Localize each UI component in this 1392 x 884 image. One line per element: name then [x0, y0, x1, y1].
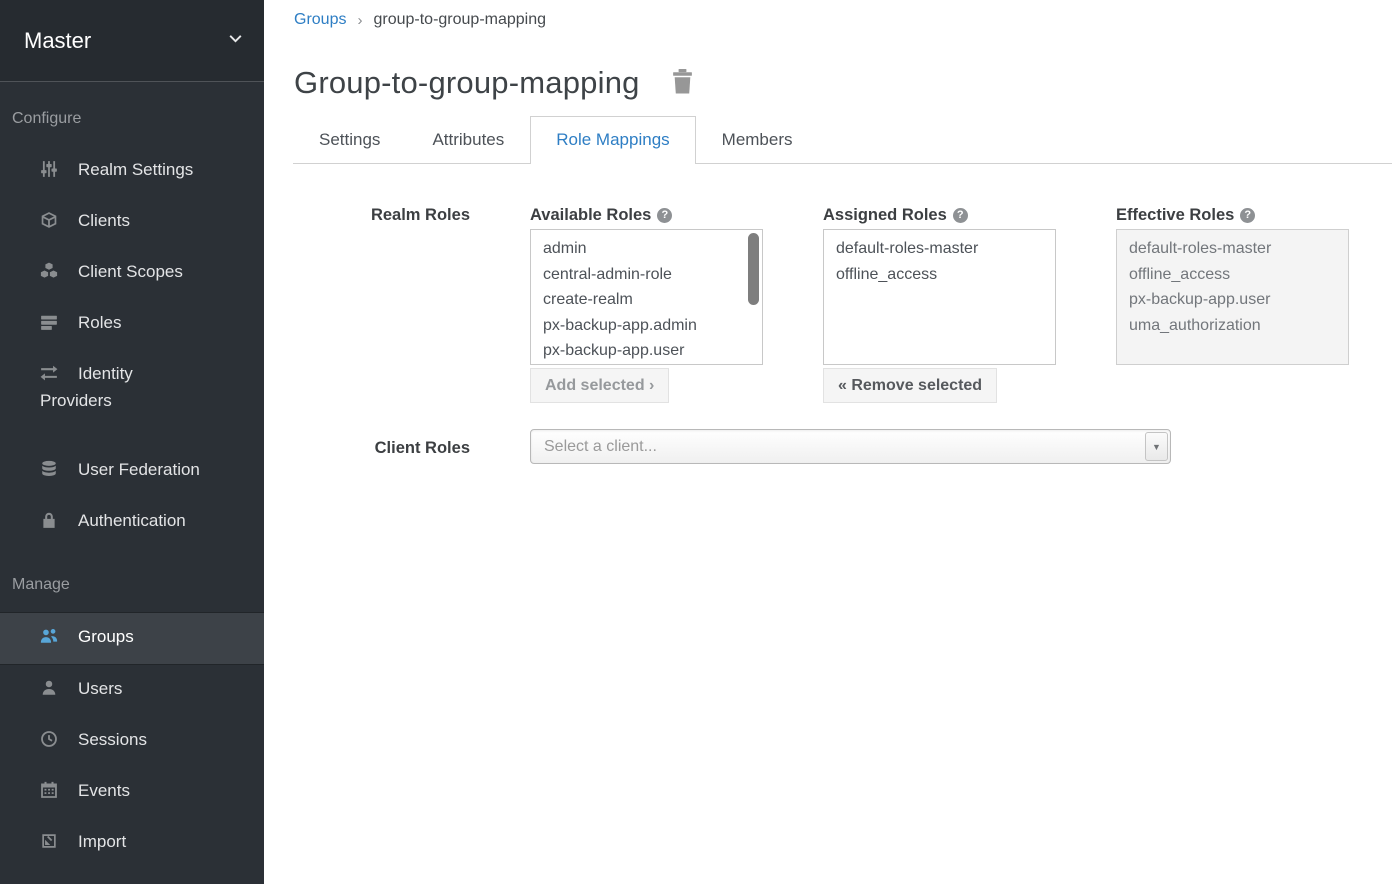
sidebar-item-roles[interactable]: Roles — [0, 299, 264, 350]
sidebar-item-client-scopes[interactable]: Client Scopes — [0, 248, 264, 299]
client-select-toggle[interactable]: ▼ — [1145, 432, 1168, 461]
breadcrumb-separator-icon: › — [357, 12, 362, 29]
database-icon — [40, 460, 60, 485]
sidebar-item-clients[interactable]: Clients — [0, 197, 264, 248]
sidebar-item-label: Events — [78, 781, 130, 800]
chevron-down-icon — [227, 30, 244, 52]
list-item: uma_authorization — [1117, 313, 1348, 339]
page-title: Group-to-group-mapping — [294, 65, 640, 101]
sidebar-item-label: Client Scopes — [78, 262, 183, 281]
sidebar-item-events[interactable]: Events — [0, 767, 264, 818]
list-item[interactable]: offline_access — [824, 262, 1055, 288]
exchange-arrows-icon — [40, 364, 60, 389]
client-select[interactable]: Select a client... ▼ — [530, 429, 1171, 464]
import-icon — [40, 832, 60, 857]
assigned-roles-header: Assigned Roles? — [823, 206, 1056, 225]
available-roles-column: Available Roles? admin central-admin-rol… — [530, 206, 763, 403]
sliders-icon — [40, 160, 60, 185]
tab-settings[interactable]: Settings — [293, 116, 406, 164]
scrollbar-thumb[interactable] — [748, 233, 759, 305]
sidebar-section-manage: Manage — [0, 548, 264, 594]
user-icon — [40, 679, 60, 704]
client-roles-fields: Select a client... ▼ — [530, 429, 1171, 464]
clock-icon — [40, 730, 60, 755]
sidebar-item-label: Sessions — [78, 730, 147, 749]
help-icon[interactable]: ? — [657, 208, 672, 223]
client-roles-row: Client Roles Select a client... ▼ — [264, 429, 1392, 464]
tab-attributes[interactable]: Attributes — [406, 116, 530, 164]
sidebar-item-label: Clients — [78, 211, 130, 230]
realm-name: Master — [24, 28, 91, 54]
breadcrumb-link-groups[interactable]: Groups — [294, 11, 346, 29]
sidebar: Master Configure Realm Settings Clients … — [0, 0, 264, 884]
tab-members[interactable]: Members — [696, 116, 819, 164]
realm-roles-label: Realm Roles — [264, 206, 470, 403]
sidebar-item-users[interactable]: Users — [0, 665, 264, 716]
assigned-roles-header-text: Assigned Roles — [823, 206, 947, 224]
trash-icon — [670, 83, 695, 98]
realm-selector[interactable]: Master — [0, 0, 264, 82]
configure-nav: Realm Settings Clients Client Scopes Rol… — [0, 146, 264, 548]
calendar-icon — [40, 781, 60, 806]
effective-roles-listbox: default-roles-master offline_access px-b… — [1116, 229, 1349, 365]
sidebar-item-label: Users — [78, 679, 122, 698]
sidebar-item-groups[interactable]: Groups — [0, 612, 264, 665]
realm-roles-fields: Available Roles? admin central-admin-rol… — [530, 206, 1349, 403]
assigned-roles-column: Assigned Roles? default-roles-master off… — [823, 206, 1056, 403]
sidebar-item-label: Import — [78, 832, 126, 851]
realm-roles-row: Realm Roles Available Roles? admin centr… — [264, 206, 1392, 403]
client-roles-label: Client Roles — [264, 429, 470, 464]
delete-group-button[interactable] — [670, 68, 695, 98]
list-item[interactable]: central-admin-role — [531, 262, 762, 288]
tab-bar: Settings Attributes Role Mappings Member… — [293, 116, 1392, 164]
help-icon[interactable]: ? — [953, 208, 968, 223]
sidebar-item-import[interactable]: Import — [0, 818, 264, 869]
sidebar-item-sessions[interactable]: Sessions — [0, 716, 264, 767]
list-item: px-backup-app.user — [1117, 287, 1348, 313]
sidebar-item-label: User Federation — [78, 460, 200, 479]
sidebar-item-user-federation[interactable]: User Federation — [0, 446, 264, 497]
list-item[interactable]: px-backup-app.admin — [531, 313, 762, 339]
list-item[interactable]: admin — [531, 236, 762, 262]
add-selected-button[interactable]: Add selected › — [530, 368, 669, 403]
breadcrumb-current: group-to-group-mapping — [373, 11, 546, 29]
app-window: Master Configure Realm Settings Clients … — [0, 0, 1392, 884]
lock-icon — [40, 511, 60, 536]
sidebar-item-export[interactable]: Export — [0, 869, 264, 884]
effective-roles-header: Effective Roles? — [1116, 206, 1349, 225]
role-mappings-panel: Realm Roles Available Roles? admin centr… — [264, 164, 1392, 464]
manage-nav: Groups Users Sessions Events Import Expo… — [0, 612, 264, 884]
users-group-icon — [40, 627, 60, 652]
server-icon — [40, 313, 60, 338]
list-item: default-roles-master — [1117, 236, 1348, 262]
assigned-roles-listbox[interactable]: default-roles-master offline_access — [823, 229, 1056, 365]
sidebar-item-label: Roles — [78, 313, 121, 332]
list-item[interactable]: create-realm — [531, 287, 762, 313]
sidebar-item-label: Groups — [78, 627, 134, 646]
client-select-placeholder: Select a client... — [531, 430, 1170, 463]
sidebar-item-label: Authentication — [78, 511, 186, 530]
cubes-icon — [40, 262, 60, 287]
caret-down-icon: ▼ — [1146, 433, 1167, 462]
list-item[interactable]: px-backup-app.user — [531, 338, 762, 364]
main-content: Groups › group-to-group-mapping Group-to… — [264, 0, 1392, 884]
sidebar-item-identity-providers[interactable]: Identity Providers — [0, 350, 264, 446]
sidebar-item-authentication[interactable]: Authentication — [0, 497, 264, 548]
effective-roles-header-text: Effective Roles — [1116, 206, 1234, 224]
tab-role-mappings[interactable]: Role Mappings — [530, 116, 695, 164]
available-roles-header-text: Available Roles — [530, 206, 651, 224]
title-row: Group-to-group-mapping — [294, 65, 1392, 101]
available-roles-header: Available Roles? — [530, 206, 763, 225]
sidebar-item-realm-settings[interactable]: Realm Settings — [0, 146, 264, 197]
sidebar-item-label: Realm Settings — [78, 160, 193, 179]
sidebar-section-configure: Configure — [0, 82, 264, 128]
available-roles-listbox[interactable]: admin central-admin-role create-realm px… — [530, 229, 763, 365]
cube-icon — [40, 211, 60, 236]
remove-selected-button[interactable]: « Remove selected — [823, 368, 997, 403]
help-icon[interactable]: ? — [1240, 208, 1255, 223]
list-item[interactable]: default-roles-master — [824, 236, 1055, 262]
effective-roles-column: Effective Roles? default-roles-master of… — [1116, 206, 1349, 403]
breadcrumb: Groups › group-to-group-mapping — [294, 11, 1392, 29]
list-item: offline_access — [1117, 262, 1348, 288]
